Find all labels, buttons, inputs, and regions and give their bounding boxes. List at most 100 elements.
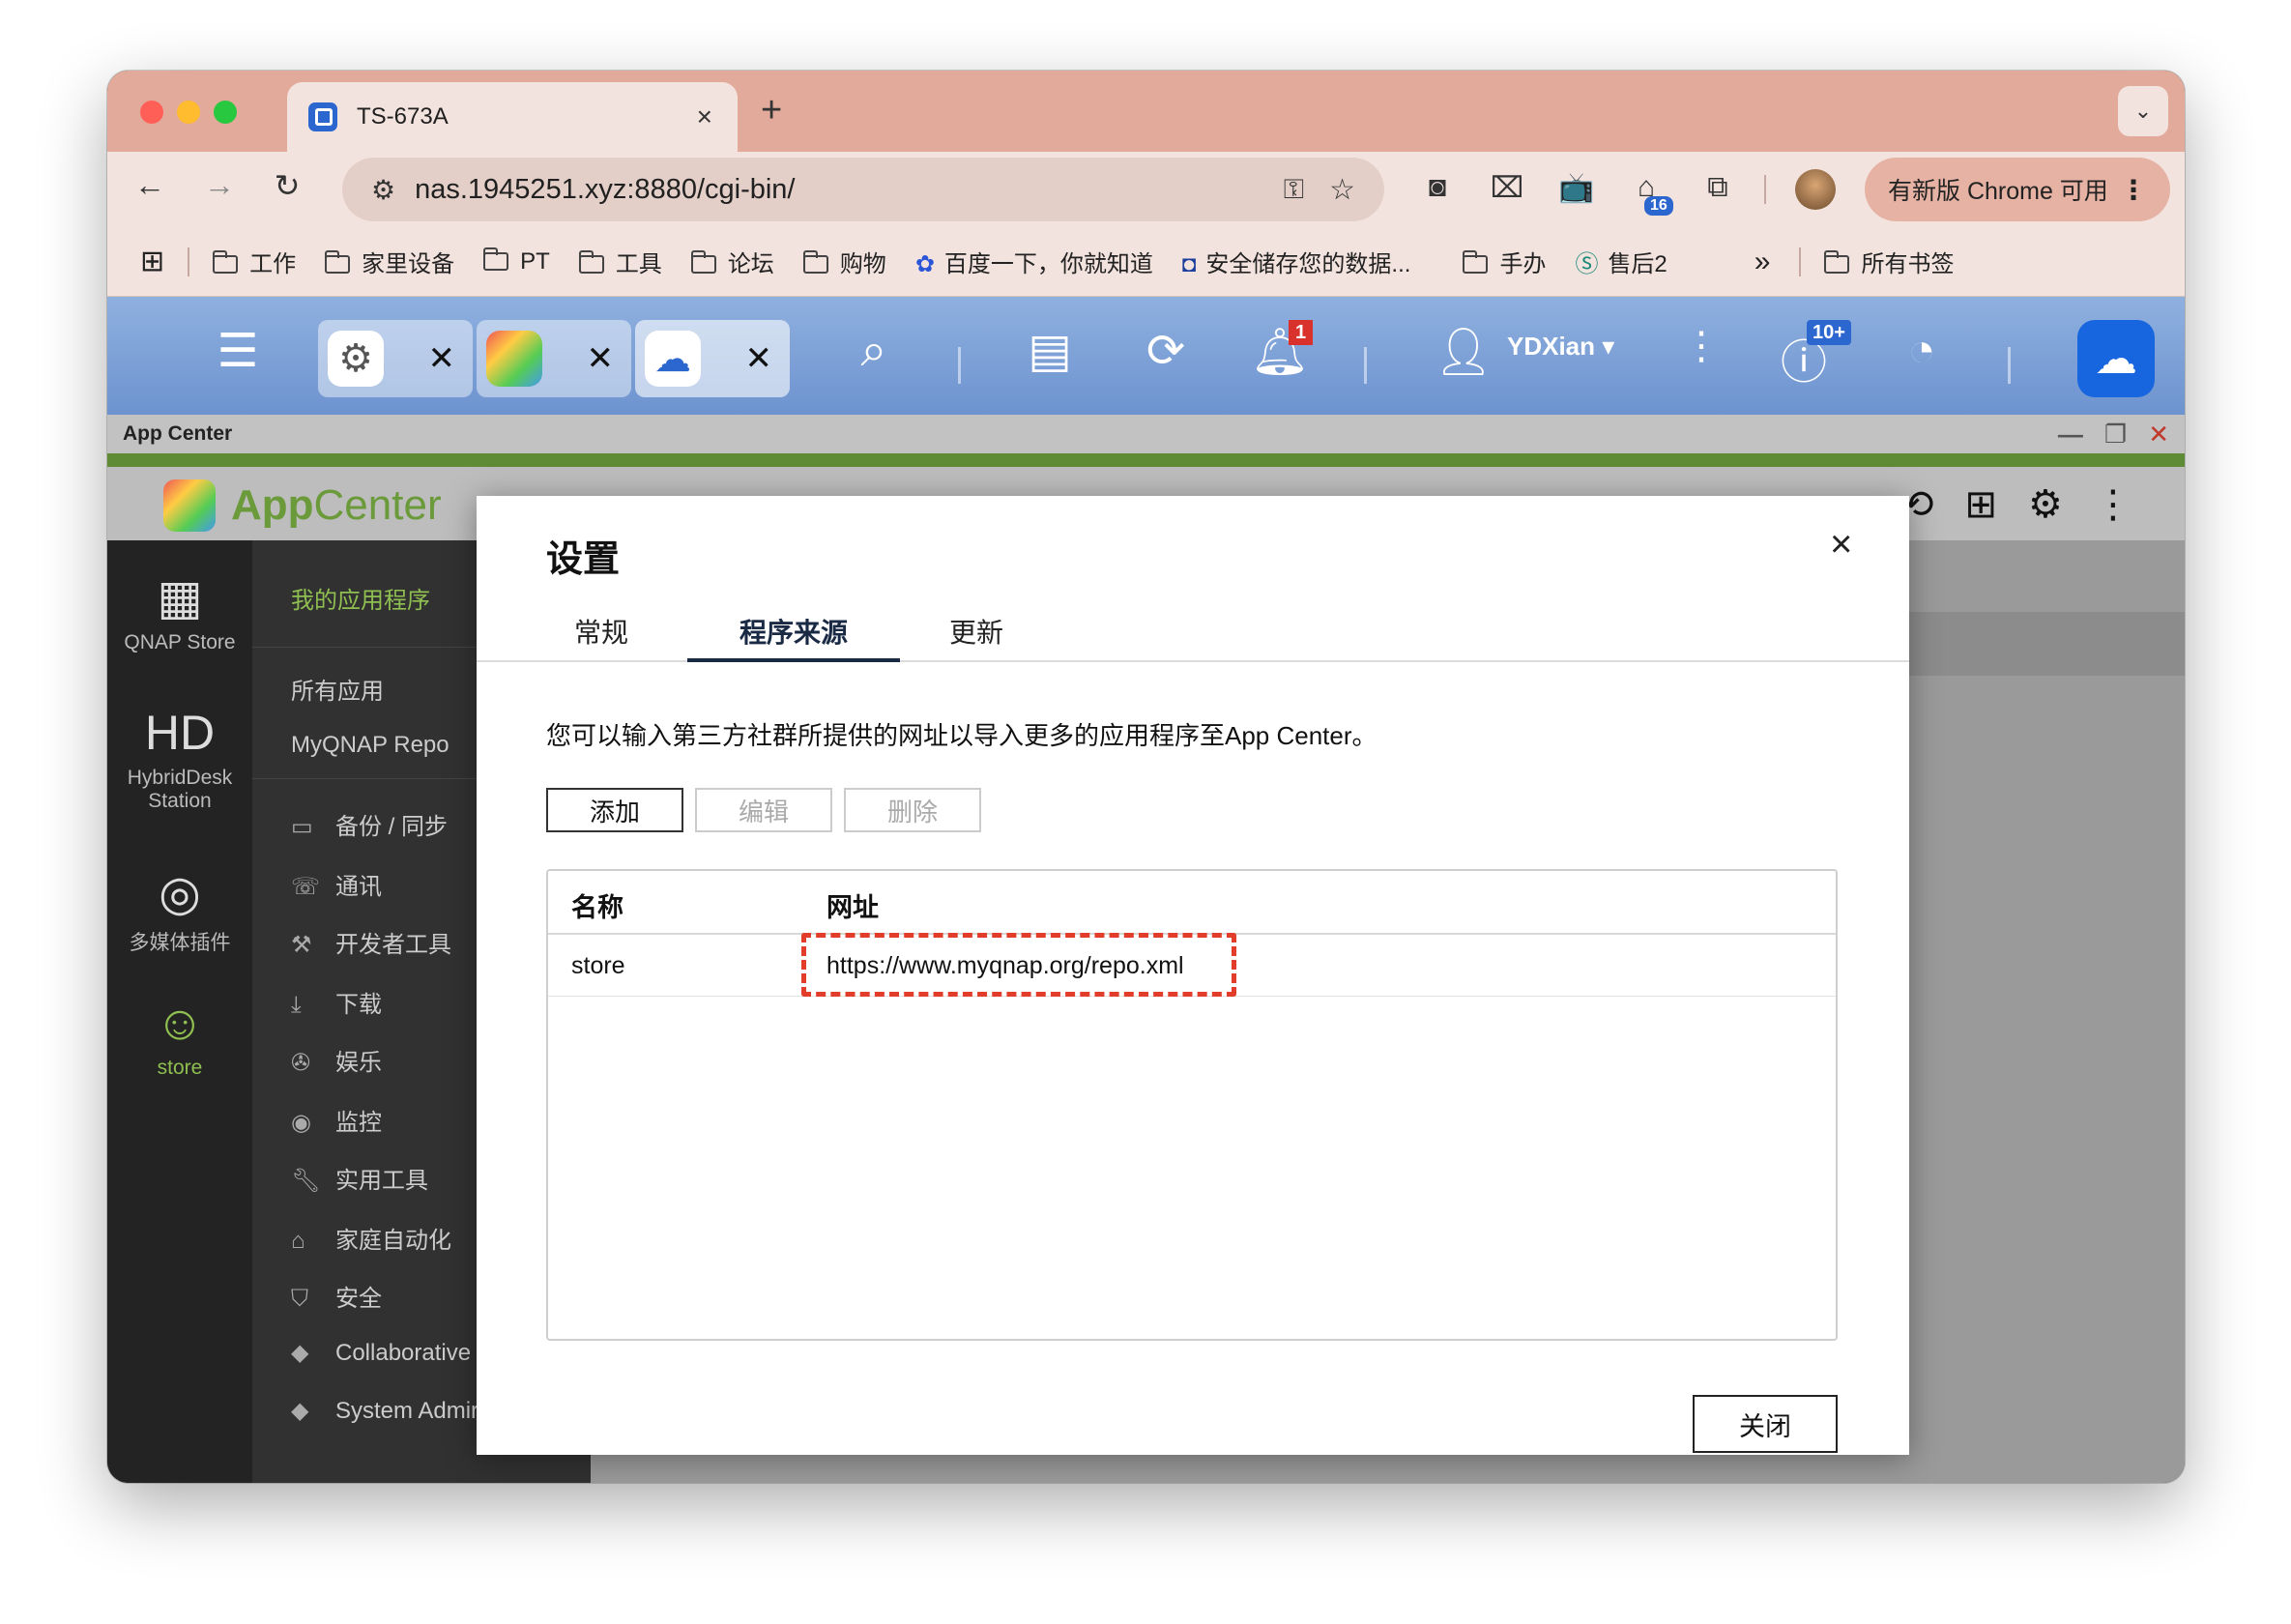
close-window-button[interactable] [140,101,163,124]
address-bar[interactable]: ⚙ nas.1945251.xyz:8880/cgi-bin/ ⚿ ☆ [342,158,1384,221]
url-highlight-annotation [801,933,1236,997]
profile-avatar[interactable] [1795,169,1836,210]
url-text[interactable]: nas.1945251.xyz:8880/cgi-bin/ [415,174,1284,206]
cat-communication[interactable]: ☏ 通讯 [291,867,382,901]
extension-home-icon[interactable]: ⌂ 16 [1625,171,1673,216]
extension-crop-icon[interactable]: ⌧ [1486,171,1528,205]
user-admin-icon[interactable]: 👤︎ [1430,324,1497,379]
cat-system-admin[interactable]: ◆ System Admir [291,1397,478,1425]
bookmark-star-icon[interactable]: ☆ [1329,173,1355,207]
resource-monitor-gauge-icon[interactable]: ◔ [1888,324,1956,377]
column-header-url[interactable]: 网址 [826,886,879,924]
app-center-logo-icon [163,479,216,532]
cat-surveillance[interactable]: ◉ 监控 [291,1103,382,1137]
main-menu-hamburger-icon[interactable]: ☰ [204,324,272,378]
bookmark-folder[interactable]: PT [483,246,550,276]
bookmark-folder[interactable]: 家里设备 [325,245,454,278]
info-badge: 10+ [1807,320,1851,345]
extension-mask-icon[interactable]: ◙ [1416,171,1459,204]
edit-button[interactable]: 编辑 [695,788,832,832]
apps-grid-icon[interactable]: ⊞ [140,245,164,278]
bookmark-folder[interactable]: 论坛 [690,245,774,278]
zoom-window-button[interactable] [214,101,237,124]
tab-close-icon[interactable]: × [697,102,712,132]
communication-icon: ☏ [291,874,321,900]
close-button[interactable]: 关闭 [1693,1395,1838,1453]
nav-media-addons[interactable]: ◎ 多媒体插件 [107,865,252,956]
download-icon: ⤓ [291,992,302,1018]
nav-hybriddesk[interactable]: HD HybridDesk Station [107,705,252,813]
cat-entertainment[interactable]: ✇ 娱乐 [291,1043,382,1077]
back-arrow-icon[interactable]: ← [129,167,171,203]
bookmark-link[interactable]: ◘ 安全储存您的数据... [1182,245,1411,278]
tab-general[interactable]: 常规 [548,612,654,662]
external-device-icon[interactable]: ⟳ [1132,324,1200,378]
site-settings-icon[interactable]: ⚙ [371,174,395,206]
taskbar-app-appcenter[interactable]: ✕ [477,320,631,397]
minimize-icon[interactable]: — [2058,420,2083,450]
cat-download[interactable]: ⤓ 下载 [291,985,382,1019]
close-icon[interactable]: ✕ [587,339,615,378]
system-info-icon[interactable]: ⓘ 10+ [1770,320,1851,392]
cat-myqnap-repo[interactable]: MyQNAP Repo [291,732,450,759]
reload-icon[interactable]: ↻ [266,167,308,204]
tab-search-chevron-icon[interactable]: ⌄ [2118,86,2168,136]
bookmark-folder[interactable]: 工作 [213,245,296,278]
more-vert-icon[interactable]: ⋮ [2094,482,2132,527]
cat-security[interactable]: ⛉ 安全 [291,1279,382,1313]
column-header-name[interactable]: 名称 [571,886,624,924]
close-icon[interactable]: ✕ [2148,420,2169,450]
bookmark-folder[interactable]: 购物 [802,245,886,278]
user-menu[interactable]: YDXian ▾ [1507,332,1614,362]
extension-tv-icon[interactable]: 📺 [1555,171,1598,205]
nav-qnap-store[interactable]: ▦ QNAP Store [107,569,252,654]
taskbar-app-cloud[interactable]: ☁ ✕ [635,320,790,397]
delete-button[interactable]: 删除 [844,788,981,832]
backup-icon: ▭ [291,814,313,840]
new-tab-button[interactable]: + [761,90,782,131]
hd-icon: HD [144,706,216,760]
store-icon: ▦ [157,570,203,624]
key-icon[interactable]: ⚿ [1284,174,1304,206]
bookmark-link[interactable]: ✿ 百度一下，你就知道 [915,245,1153,278]
background-tasks-icon[interactable]: ▤ [1016,324,1084,378]
cat-collaborative[interactable]: ◆ Collaborative [291,1339,471,1367]
taskbar-app-settings[interactable]: ⚙ ✕ [318,320,473,397]
install-manually-icon[interactable]: ⊞ [1965,482,1998,527]
bookmarks-bar: ⊞ 工作 家里设备 PT 工具 论坛 购物 ✿ 百度一下，你就知道 ◘ 安全储存您的… [107,227,2185,297]
tab-update[interactable]: 更新 [923,612,1030,662]
bookmark-divider [1799,246,1802,276]
browser-tab[interactable]: TS-673A × [287,82,738,152]
myqnapcloud-icon[interactable]: ☁ [2077,320,2155,397]
cat-all-apps[interactable]: 所有应用 [291,672,384,706]
taskbar-divider [2008,347,2011,384]
restore-icon[interactable]: ❐ [2104,420,2127,450]
bookmark-folder[interactable]: 手办 [1463,245,1546,278]
cat-home-automation[interactable]: ⌂ 家庭自动化 [291,1221,451,1255]
nav-store-community[interactable]: ☺ store [107,995,252,1080]
close-icon[interactable]: ✕ [745,339,773,378]
dialog-close-icon[interactable]: × [1830,523,1852,566]
add-button[interactable]: 添加 [546,788,683,832]
search-icon[interactable]: ⌕ [840,324,908,378]
cat-developer[interactable]: ⚒ 开发者工具 [291,925,451,959]
cat-my-apps[interactable]: 我的应用程序 [291,581,430,615]
close-icon[interactable]: ✕ [428,339,456,378]
minimize-window-button[interactable] [177,101,200,124]
folder-icon [1824,250,1850,274]
extensions-puzzle-icon[interactable]: ⧉ [1696,171,1739,204]
more-vert-icon[interactable]: ⋮ [2120,174,2147,206]
bookmark-folder[interactable]: 工具 [578,245,662,278]
forward-arrow-icon[interactable]: → [198,167,241,203]
settings-gear-icon[interactable]: ⚙ [2028,482,2063,527]
tag-icon: ◆ [291,1398,309,1424]
more-bookmarks-chevron-icon[interactable]: » [1754,246,1771,278]
notification-bell-icon[interactable]: 🔔︎ 1 [1246,320,1314,379]
tab-app-repository[interactable]: 程序来源 [687,612,900,662]
cat-backup[interactable]: ▭ 备份 / 同步 [291,807,448,841]
cat-utilities[interactable]: 🔧︎ 实用工具 [291,1161,428,1195]
bookmark-link[interactable]: Ⓢ 售后2 [1575,245,1667,278]
chrome-update-button[interactable]: 有新版 Chrome 可用 ⋮ [1865,158,2170,221]
more-options-dots-icon[interactable]: ⋮ [1668,324,1735,368]
all-bookmarks-folder[interactable]: 所有书签 [1824,245,1954,278]
